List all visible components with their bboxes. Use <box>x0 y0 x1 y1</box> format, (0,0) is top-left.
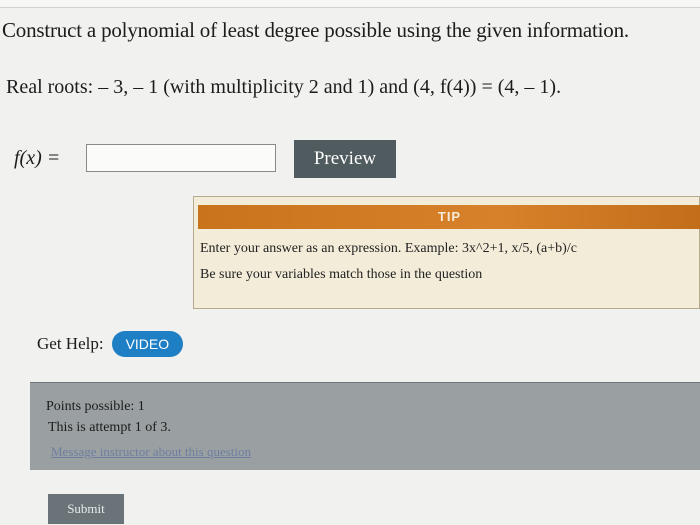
points-possible: Points possible: 1 <box>46 399 145 414</box>
message-instructor-link[interactable]: Message instructor about this question <box>51 444 251 460</box>
tip-example-text: Enter your answer as an expression. Exam… <box>200 241 577 256</box>
tip-header: TIP <box>198 205 700 229</box>
tip-box: TIP Enter your answer as an expression. … <box>193 196 700 309</box>
get-help-label: Get Help: <box>37 334 104 353</box>
attempt-info-panel: Points possible: 1 This is attempt 1 of … <box>30 382 700 470</box>
answer-input[interactable] <box>86 144 276 172</box>
question-roots: Real roots: – 3, – 1 (with multiplicity … <box>6 76 562 98</box>
page-top-bar <box>0 0 700 8</box>
question-prompt: Construct a polynomial of least degree p… <box>2 18 629 42</box>
video-button[interactable]: VIDEO <box>111 331 184 357</box>
tip-variables-text: Be sure your variables match those in th… <box>200 267 483 282</box>
answer-row: f(x) = <box>14 144 276 172</box>
attempt-count: This is attempt 1 of 3. <box>48 420 171 435</box>
answer-label: f(x) = <box>14 146 61 169</box>
submit-button[interactable]: Submit <box>48 494 124 524</box>
get-help-row: Get Help: VIDEO <box>37 331 184 357</box>
preview-button[interactable]: Preview <box>294 140 396 178</box>
